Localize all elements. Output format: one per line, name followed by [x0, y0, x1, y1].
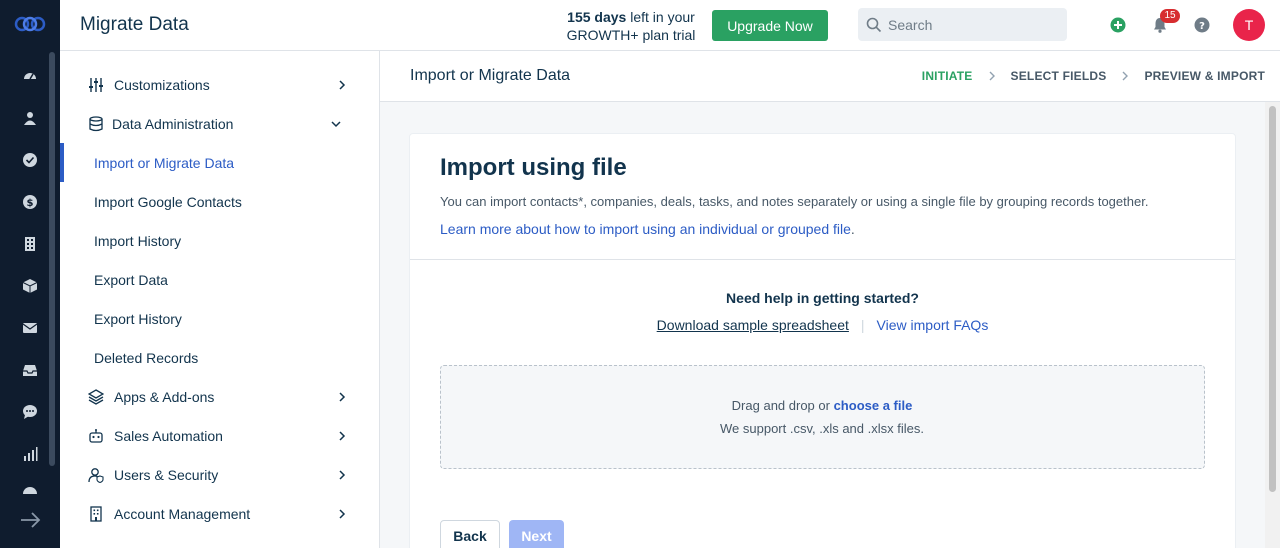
email-icon[interactable] — [20, 318, 40, 338]
chevron-right-icon — [987, 70, 997, 82]
sliders-icon — [88, 77, 104, 93]
sidebar-item-label: Apps & Add-ons — [114, 388, 215, 405]
chevron-right-icon — [336, 79, 348, 91]
sidebar-item-label: Export History — [94, 310, 182, 327]
help-links: Download sample spreadsheet | View impor… — [410, 317, 1235, 333]
file-dropzone[interactable]: Drag and drop or choose a file We suppor… — [440, 365, 1205, 469]
sidebar-item-apps-addons[interactable]: Apps & Add-ons — [60, 377, 360, 416]
contacts-icon[interactable] — [20, 108, 40, 128]
user-shield-icon — [88, 467, 104, 483]
app-logo-icon[interactable] — [12, 12, 48, 36]
robot-icon — [88, 428, 104, 444]
download-sample-link[interactable]: Download sample spreadsheet — [657, 317, 849, 333]
sidebar-item-label: Sales Automation — [114, 427, 223, 444]
sidebar-item-label: Customizations — [114, 76, 210, 93]
chevron-right-icon — [336, 391, 348, 403]
step-select-fields: SELECT FIELDS — [1010, 69, 1107, 83]
trial-text-line2: GROWTH+ plan trial — [566, 27, 696, 43]
user-avatar[interactable]: T — [1233, 9, 1265, 41]
sidebar-item-export-history[interactable]: Export History — [60, 299, 360, 338]
sidebar-item-label: Export Data — [94, 271, 168, 288]
sidebar-item-label: Data Administration — [112, 115, 234, 132]
products-icon[interactable] — [20, 276, 40, 296]
trial-days: 155 days — [567, 9, 627, 25]
sidebar-item-data-administration[interactable]: Data Administration — [60, 104, 360, 143]
sidebar-item-label: Import History — [94, 232, 182, 249]
rail-scrollbar[interactable] — [49, 52, 55, 466]
building-icon — [88, 505, 104, 522]
card-description: You can import contacts*, companies, dea… — [440, 194, 1149, 209]
search-box[interactable] — [858, 8, 1067, 41]
inbox-icon[interactable] — [20, 360, 40, 380]
app-root: $ Migrate Data 155 days left in your GRO… — [0, 0, 1280, 548]
dashboard-icon[interactable] — [20, 66, 40, 86]
sidebar-item-export-data[interactable]: Export Data — [60, 260, 360, 299]
page-title: Migrate Data — [80, 14, 189, 35]
import-steps: INITIATE SELECT FIELDS PREVIEW & IMPORT — [922, 69, 1265, 83]
help-icon[interactable]: ? — [1192, 15, 1212, 35]
sidebar-item-account-management[interactable]: Account Management — [60, 494, 360, 533]
trial-notice: 155 days left in your GROWTH+ plan trial — [556, 8, 706, 44]
learn-more-container: Learn more about how to import using an … — [440, 221, 855, 237]
scrollbar-thumb[interactable] — [1269, 106, 1276, 492]
import-card: Import using file You can import contact… — [409, 133, 1236, 548]
quick-add-icon[interactable] — [1108, 15, 1128, 35]
supported-formats-text: We support .csv, .xls and .xlsx files. — [720, 421, 924, 436]
upgrade-now-button[interactable]: Upgrade Now — [712, 10, 828, 41]
reports-icon[interactable] — [20, 444, 40, 464]
learn-more-period: . — [850, 221, 855, 237]
sidebar-item-deleted-records[interactable]: Deleted Records — [60, 338, 360, 377]
view-faqs-link[interactable]: View import FAQs — [877, 317, 989, 333]
step-initiate: INITIATE — [921, 69, 973, 83]
expand-arrow-icon[interactable] — [18, 508, 42, 532]
back-button[interactable]: Back — [440, 520, 500, 548]
companies-icon[interactable] — [20, 234, 40, 254]
help-title: Need help in getting started? — [726, 290, 919, 306]
deals-icon[interactable]: $ — [20, 192, 40, 212]
content-scrollbar[interactable] — [1265, 102, 1280, 548]
sidebar-item-import-history[interactable]: Import History — [60, 221, 360, 260]
divider — [410, 259, 1235, 260]
sidebar-item-label: Import or Migrate Data — [94, 154, 235, 171]
search-input[interactable] — [888, 8, 1058, 41]
sidebar-item-import-or-migrate-data[interactable]: Import or Migrate Data — [60, 143, 360, 182]
content-header: Import or Migrate Data INITIATE SELECT F… — [380, 51, 1280, 102]
chevron-right-icon — [1120, 70, 1130, 82]
sidebar-item-label: Users & Security — [114, 466, 219, 483]
sidebar-item-customizations[interactable]: Customizations — [60, 65, 360, 104]
sidebar-item-import-google-contacts[interactable]: Import Google Contacts — [60, 182, 360, 221]
step-preview-import: PREVIEW & IMPORT — [1144, 69, 1265, 83]
sidebar-item-label: Account Management — [114, 505, 251, 522]
chevron-right-icon — [336, 508, 348, 520]
settings-sidebar: Customizations Data Administration Impor… — [60, 51, 380, 548]
card-title: Import using file — [440, 154, 627, 181]
content-title: Import or Migrate Data — [410, 67, 571, 84]
svg-text:?: ? — [1199, 21, 1205, 32]
drag-drop-text: Drag and drop or — [731, 398, 834, 413]
more-icon[interactable] — [20, 486, 40, 494]
notification-badge: 15 — [1160, 9, 1180, 23]
chevron-right-icon — [336, 469, 348, 481]
trial-text-line1: left in your — [626, 9, 695, 25]
link-separator: | — [860, 317, 865, 333]
chevron-down-icon — [330, 118, 342, 130]
learn-more-link[interactable]: Learn more about how to import using an … — [440, 221, 851, 237]
database-icon — [88, 115, 104, 132]
top-bar: Migrate Data 155 days left in your GROWT… — [60, 0, 1280, 51]
dropzone-text: Drag and drop or choose a file — [441, 398, 1203, 413]
sidebar-item-users-security[interactable]: Users & Security — [60, 455, 360, 494]
layers-icon — [88, 388, 104, 405]
tasks-icon[interactable] — [20, 150, 40, 170]
sidebar-item-sales-automation[interactable]: Sales Automation — [60, 416, 360, 455]
sidebar-item-label: Deleted Records — [94, 349, 199, 366]
chevron-right-icon — [336, 430, 348, 442]
sidebar-item-label: Import Google Contacts — [94, 193, 242, 210]
left-nav-rail: $ — [0, 0, 60, 548]
chat-icon[interactable] — [20, 402, 40, 422]
search-icon — [866, 17, 882, 33]
svg-text:$: $ — [27, 198, 34, 209]
choose-file-link[interactable]: choose a file — [834, 398, 913, 413]
next-button[interactable]: Next — [509, 520, 564, 548]
